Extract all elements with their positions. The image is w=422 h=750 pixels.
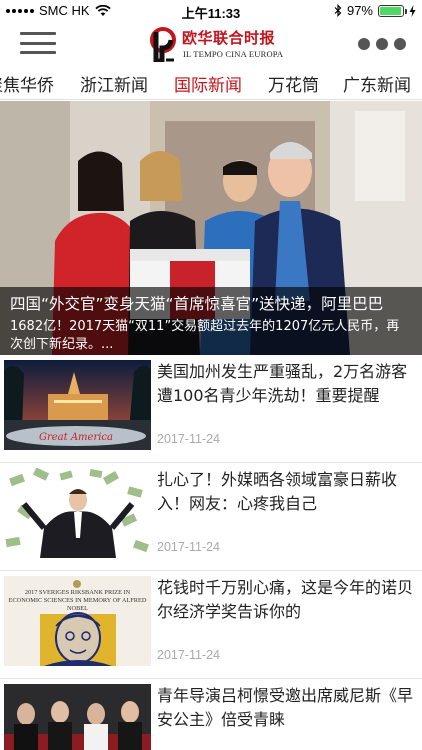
status-bar: SMC HK 上午11:33 97% [0,0,422,22]
list-item[interactable]: 扎心了！外媒晒各领域富豪日薪收入！网友：心疼我自己 2017-11-24 [0,463,422,571]
list-item[interactable]: 2017 SVERIGES RIKSBANK PRIZE IN ECONOMIC… [0,571,422,679]
article-title: 青年导演吕柯憬受邀出席威尼斯《早安公主》倍受青睐 [157,686,414,729]
category-tabs: 聚焦华侨 浙江新闻 国际新闻 万花筒 广东新闻 [0,66,422,100]
article-title: 扎心了！外媒晒各领域富豪日薪收入！网友：心疼我自己 [157,470,398,513]
logo-mark-icon [150,27,176,62]
status-right: 97% [334,3,416,18]
battery-icon [378,4,407,17]
more-dots-icon[interactable] [358,38,406,50]
list-item[interactable]: 青年导演吕柯憬受邀出席威尼斯《早安公主》倍受青睐 [0,679,422,750]
article-date: 2017-11-24 [157,648,221,662]
article-thumbnail: 2017 SVERIGES RIKSBANK PRIZE IN ECONOMIC… [4,576,151,666]
article-date: 2017-11-24 [157,432,221,446]
logo-english-name: IL TEMPO CINA EUROPA [183,49,284,59]
charging-icon [409,4,416,17]
tab-zhejiang-news[interactable]: 浙江新闻 [80,71,148,96]
app-header: 欧华联合时报 IL TEMPO CINA EUROPA [0,22,422,66]
nobel-prize-poster: 2017 SVERIGES RIKSBANK PRIZE IN ECONOMIC… [4,576,151,666]
hero-article[interactable]: 四国“外交官”变身天猫“首席惊喜官”送快递，阿里巴巴 1682亿！2017天猫“… [0,101,422,355]
red-carpet-photo [4,684,151,750]
hero-summary: 1682亿！2017天猫“双11”交易额超过去年的1207亿元人民币，再次创下新… [10,319,400,352]
battery-percent: 97% [346,3,373,18]
tab-overseas-chinese[interactable]: 聚焦华侨 [0,71,54,96]
tab-guangdong-news[interactable]: 广东新闻 [343,71,411,96]
article-thumbnail [4,468,151,558]
hero-caption: 四国“外交官”变身天猫“首席惊喜官”送快递，阿里巴巴 1682亿！2017天猫“… [0,287,422,355]
park-sign-text: Great America [39,432,113,443]
bluetooth-icon [334,4,342,17]
battery-level [380,6,402,15]
hero-title: 四国“外交官”变身天猫“首席惊喜官”送快递，阿里巴巴 [10,295,384,313]
article-date: 2017-11-24 [157,540,221,554]
list-item[interactable]: Great America 美国加州发生严重骚乱，2万名游客遭100名青少年洗劫… [0,355,422,463]
tab-international-news[interactable]: 国际新闻 [174,71,242,96]
nobel-header-text: 2017 SVERIGES RIKSBANK PRIZE IN ECONOMIC… [8,589,147,612]
logo-chinese-name: 欧华联合时报 [182,29,276,47]
app-logo: 欧华联合时报 IL TEMPO CINA EUROPA [146,26,284,64]
article-thumbnail [4,684,151,750]
hamburger-icon[interactable] [20,32,56,54]
tab-kaleidoscope[interactable]: 万花筒 [268,71,319,96]
money-rain-photo [4,468,151,558]
article-title: 花钱时千万别心痛，这是今年的诺贝尔经济学奖告诉你的 [157,578,414,621]
article-title: 美国加州发生严重骚乱，2万名游客遭100名青少年洗劫！重要提醒 [157,362,408,405]
article-thumbnail: Great America [4,360,151,450]
theme-park-photo: Great America [4,360,151,450]
